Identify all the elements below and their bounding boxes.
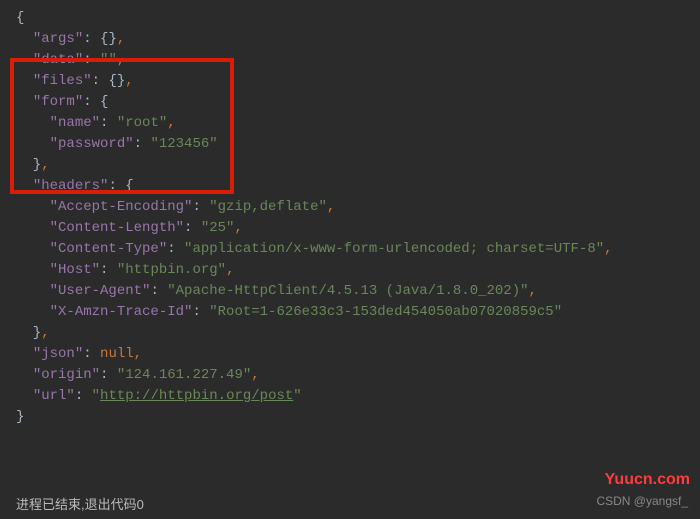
key-args: "args" [33, 31, 83, 47]
key-headers: "headers" [33, 178, 109, 194]
csdn-attribution: CSDN @yangsf_ [596, 494, 688, 513]
key-form: "form" [33, 94, 83, 110]
key-url: "url" [33, 388, 75, 404]
process-status: 进程已结束,退出代码0 [16, 494, 144, 513]
key-origin: "origin" [33, 367, 100, 383]
json-code-block: { "args": {}, "data": "", "files": {}, "… [0, 0, 700, 436]
url-link[interactable]: http://httpbin.org/post [100, 388, 293, 404]
key-form-name: "name" [50, 115, 100, 131]
key-data: "data" [33, 52, 83, 68]
watermark-text: Yuucn.com [605, 471, 690, 489]
bottom-bar: 进程已结束,退出代码0 CSDN @yangsf_ [16, 494, 688, 513]
key-json: "json" [33, 346, 83, 362]
key-files: "files" [33, 73, 92, 89]
key-form-password: "password" [50, 136, 134, 152]
